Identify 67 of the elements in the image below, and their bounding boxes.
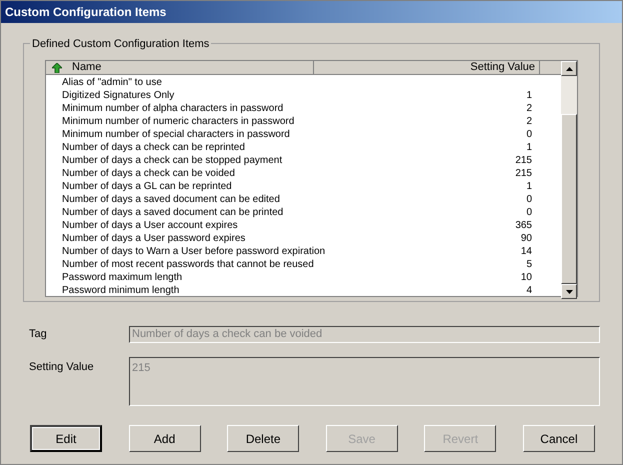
table-cell-text: Number of most recent passwords that cannot be reused xyxy=(61,258,315,271)
table-cell-text: 4 xyxy=(525,284,533,297)
table-cell-text: 0 xyxy=(525,193,533,206)
table-cell-text: 215 xyxy=(514,154,533,167)
table-row[interactable]: Number of most recent passwords that cannot be reused 5 xyxy=(46,258,561,271)
table-cell-text: Password minimum length xyxy=(61,284,180,297)
table-cell-text: Alias of "admin" to use xyxy=(61,76,163,89)
dialog-button[interactable]: Cancel xyxy=(522,425,595,452)
table-cell-text: Number of days to Warn a User before password expiration xyxy=(61,245,326,258)
setting-value-label: Setting Value xyxy=(29,360,95,375)
table-cell-text: 10 xyxy=(520,271,533,284)
table-cell-text: Number of days a check can be voided xyxy=(61,167,236,180)
table-cell-text: Password maximum length xyxy=(61,271,184,284)
table-cell-text: Number of days a saved document can be printed xyxy=(61,206,284,219)
table-cell-text: 215 xyxy=(514,167,533,180)
table-cell-text: Number of days a saved document can be edited xyxy=(61,193,281,206)
table-row[interactable]: Number of days a check can be voided 215 xyxy=(46,167,561,180)
up-arrow-icon xyxy=(566,66,572,70)
table-row[interactable]: Minimum number of numeric characters in password 2 xyxy=(46,115,561,128)
table-row[interactable]: Number of days a User password expires 90 xyxy=(46,232,561,245)
table-row[interactable]: Number of days a check can be stopped payment 215 xyxy=(46,154,561,167)
table-row[interactable]: Password maximum length 10 xyxy=(46,271,561,284)
table-row[interactable]: Digitized Signatures Only 1 xyxy=(46,89,561,102)
table-cell-text: Number of days a check can be reprinted xyxy=(61,141,246,154)
table-row[interactable]: Number of days a check can be reprinted 1 xyxy=(46,141,561,154)
down-arrow-icon xyxy=(566,290,572,294)
table-cell-text: 1 xyxy=(525,141,533,154)
dialog-button[interactable]: Edit xyxy=(30,425,102,452)
table-cell-text: 1 xyxy=(525,180,533,193)
dialog-button[interactable]: Delete xyxy=(227,425,300,452)
column-header[interactable]: Setting Value xyxy=(314,61,540,74)
table-cell-text: Digitized Signatures Only xyxy=(61,89,176,102)
column-header[interactable]: Name xyxy=(46,61,314,74)
table-cell-text: Number of days a check can be stopped payment xyxy=(61,154,284,167)
sort-arrow-icon xyxy=(52,62,62,72)
tag-label: Tag xyxy=(29,327,48,342)
table-cell-text: 2 xyxy=(525,102,533,115)
table-cell-text: 0 xyxy=(525,128,533,141)
table-row[interactable]: Minimum number of alpha characters in password 2 xyxy=(46,102,561,115)
table-row[interactable]: Number of days a User account expires 365 xyxy=(46,219,561,232)
scroll-up-button[interactable] xyxy=(561,61,577,76)
dialog-button[interactable]: Add xyxy=(128,425,201,452)
table-row[interactable]: Password minimum length 4 xyxy=(46,284,561,297)
table-cell-text: 1 xyxy=(525,89,533,102)
scroll-thumb[interactable] xyxy=(561,114,577,284)
scroll-down-button[interactable] xyxy=(561,284,577,299)
group-title: Defined Custom Configuration Items xyxy=(30,36,212,52)
table-row[interactable]: Number of days a saved document can be printed 0 xyxy=(46,206,561,219)
scrollbar[interactable] xyxy=(561,61,577,299)
table-row[interactable]: Number of days a GL can be reprinted 1 xyxy=(46,180,561,193)
table-row[interactable]: Number of days a saved document can be edited 0 xyxy=(46,193,561,206)
table-cell-text: Number of days a User account expires xyxy=(61,219,239,232)
table-cell-text: Number of days a User password expires xyxy=(61,232,246,245)
table-cell-text: 365 xyxy=(514,219,533,232)
table-cell-text: Minimum number of special characters in password xyxy=(61,128,291,141)
table-row[interactable]: Minimum number of special characters in password 0 xyxy=(46,128,561,141)
table-cell-text: Minimum number of numeric characters in password xyxy=(61,115,296,128)
table-row[interactable]: Alias of "admin" to use xyxy=(46,76,561,89)
table-cell-text: 0 xyxy=(525,206,533,219)
table-row[interactable]: Number of days to Warn a User before password expiration 14 xyxy=(46,245,561,258)
table-cell-text: 90 xyxy=(520,232,533,245)
window-title: Custom Configuration Items xyxy=(5,4,166,21)
table-cell-text: 2 xyxy=(525,115,533,128)
table-cell-text: 5 xyxy=(525,258,533,271)
table-cell-text: 14 xyxy=(520,245,533,258)
table-cell-text: Minimum number of alpha characters in password xyxy=(61,102,284,115)
table-cell-text: Number of days a GL can be reprinted xyxy=(61,180,233,193)
